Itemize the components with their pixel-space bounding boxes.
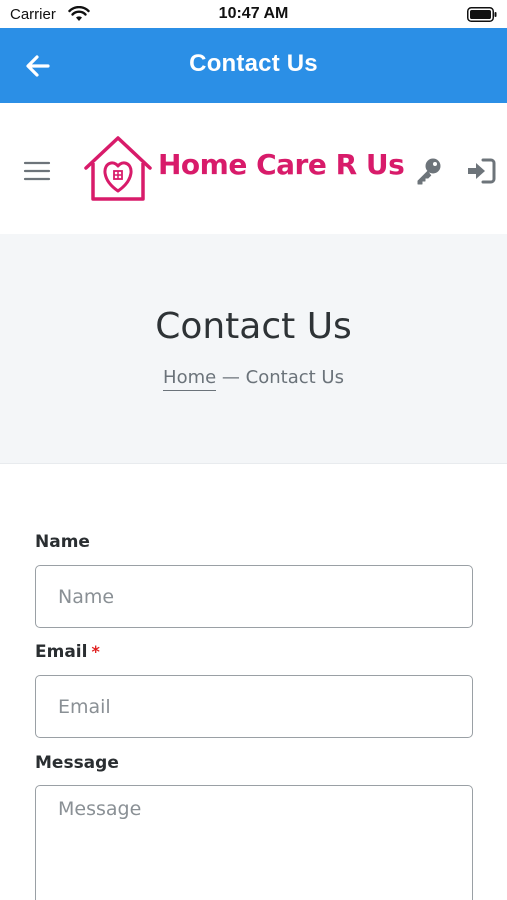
email-label: Email * [35, 642, 100, 664]
page-hero: Contact Us Home — Contact Us [0, 234, 507, 464]
breadcrumb-current: Contact Us [245, 367, 344, 388]
clock: 10:47 AM [218, 5, 289, 22]
breadcrumb: Home — Contact Us [0, 367, 507, 391]
required-asterisk: * [91, 642, 100, 661]
sign-in-icon [468, 158, 496, 184]
site-logo[interactable]: Home Care R Us [80, 133, 405, 205]
message-label-text: Message [35, 753, 119, 773]
logo-text: Home Care R Us [158, 148, 405, 181]
page-title: Contact Us [155, 306, 352, 347]
email-label-text: Email [35, 642, 88, 662]
house-heart-logo-icon [84, 136, 152, 201]
sign-in-button[interactable] [466, 157, 496, 185]
hamburger-menu-icon [23, 161, 51, 181]
name-label-text: Name [35, 532, 90, 552]
app-bar: Contact Us [0, 28, 507, 103]
message-label: Message [35, 753, 119, 775]
key-icon [417, 158, 441, 185]
breadcrumb-home-link[interactable]: Home [163, 367, 217, 391]
hamburger-menu-button[interactable] [22, 158, 54, 184]
key-button[interactable] [414, 156, 444, 186]
site-header: Home Care R Us [0, 103, 507, 234]
name-label: Name [35, 532, 90, 554]
app-bar-title: Contact Us [189, 50, 318, 77]
battery-icon [467, 7, 497, 22]
message-textarea[interactable] [35, 785, 473, 900]
name-input[interactable] [35, 565, 473, 628]
email-input[interactable] [35, 675, 473, 738]
breadcrumb-separator: — [216, 367, 246, 388]
status-bar: Carrier 10:47 AM [0, 0, 507, 28]
